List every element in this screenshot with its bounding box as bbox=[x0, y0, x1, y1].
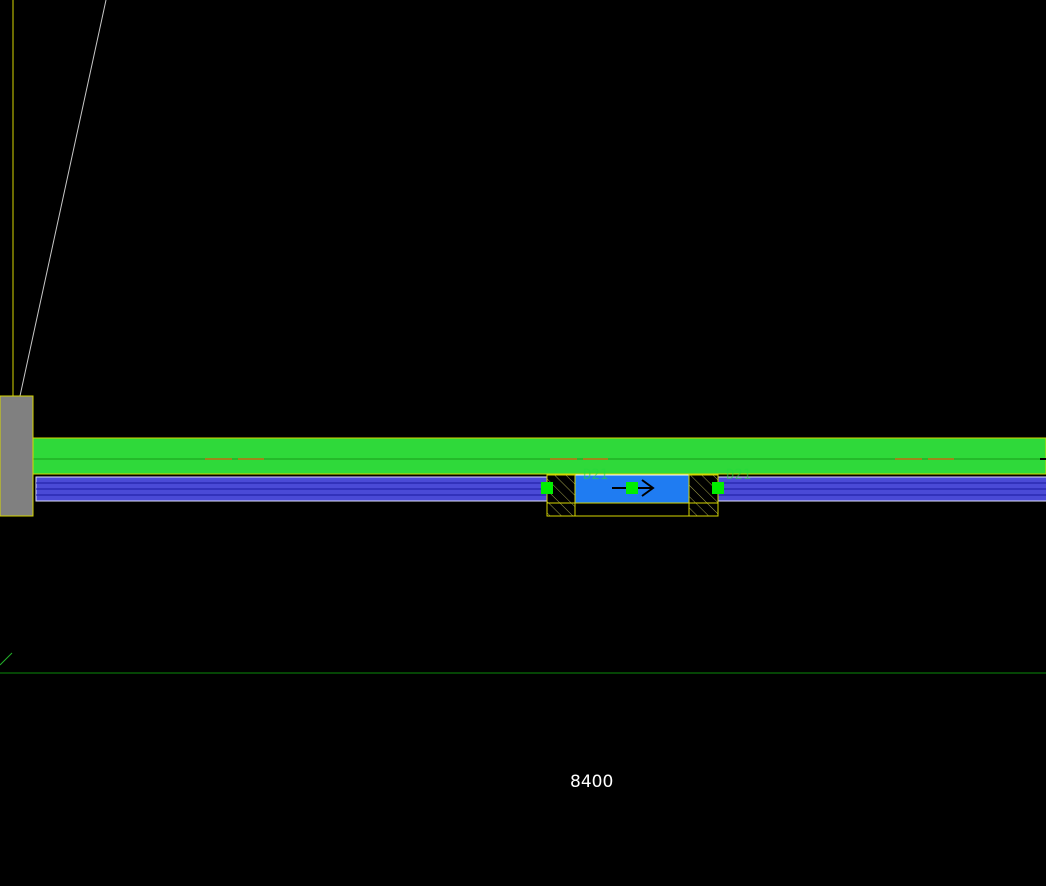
drawing-canvas[interactable]: D21 D21 8400 bbox=[0, 0, 1046, 886]
door-frame-left bbox=[546, 474, 576, 517]
door-frame-right bbox=[688, 474, 719, 517]
dimension-text[interactable]: 8400 bbox=[570, 772, 613, 792]
wall-segment-left[interactable] bbox=[35, 476, 548, 502]
column[interactable] bbox=[0, 395, 34, 517]
grip-left[interactable] bbox=[541, 482, 553, 494]
grip-right[interactable] bbox=[712, 482, 724, 494]
door-tag-right[interactable]: D21 bbox=[726, 467, 751, 483]
door-tag-left[interactable]: D21 bbox=[583, 467, 608, 483]
wall-segment-right[interactable] bbox=[717, 476, 1046, 502]
cad-viewport[interactable]: D21 D21 8400 bbox=[0, 0, 1046, 886]
diagonal-reference-line[interactable] bbox=[19, 0, 107, 397]
grip-center[interactable] bbox=[626, 482, 638, 494]
dimension-tick bbox=[0, 652, 13, 666]
door-opening[interactable] bbox=[546, 473, 719, 517]
slab-band[interactable] bbox=[32, 437, 1046, 475]
